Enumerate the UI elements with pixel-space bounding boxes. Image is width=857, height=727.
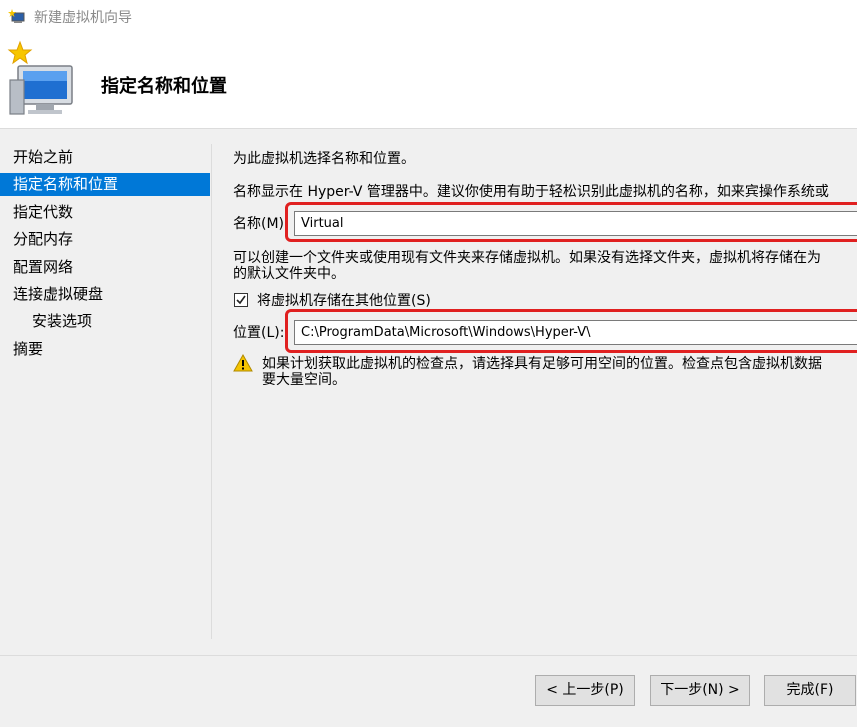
warning-text-line-1: 如果计划获取此虚拟机的检查点，请选择具有足够可用空间的位置。检查点包含虚拟机数据 <box>262 356 822 372</box>
location-label: 位置(L): <box>233 325 285 341</box>
nav-item-specify-generation[interactable]: 指定代数 <box>0 201 210 224</box>
nav-item-summary[interactable]: 摘要 <box>0 338 210 361</box>
nav-divider <box>211 144 212 639</box>
finish-button[interactable]: 完成(F) <box>764 675 856 706</box>
warning-icon <box>233 354 253 372</box>
intro-text: 为此虚拟机选择名称和位置。 <box>233 151 415 167</box>
nav-item-configure-network[interactable]: 配置网络 <box>0 256 210 279</box>
nav-item-before-you-begin[interactable]: 开始之前 <box>0 146 210 169</box>
location-input[interactable]: C:\ProgramData\Microsoft\Windows\Hyper-V… <box>294 320 857 345</box>
previous-button[interactable]: < 上一步(P) <box>535 675 635 706</box>
app-icon <box>8 9 25 23</box>
footer-divider <box>0 655 857 656</box>
nav-item-connect-virtual-disk[interactable]: 连接虚拟硬盘 <box>0 283 210 306</box>
folder-description-line-2: 的默认文件夹中。 <box>233 266 345 282</box>
store-elsewhere-label[interactable]: 将虚拟机存储在其他位置(S) <box>257 292 431 310</box>
title-bar: 新建虚拟机向导 <box>0 0 857 34</box>
store-elsewhere-checkbox[interactable] <box>234 293 248 307</box>
warning-text-line-2: 要大量空间。 <box>262 372 346 388</box>
checkmark-icon <box>236 295 246 305</box>
nav-item-installation-options[interactable]: 安装选项 <box>0 310 210 333</box>
wizard-header: 指定名称和位置 <box>0 34 857 129</box>
next-button[interactable]: 下一步(N) > <box>650 675 750 706</box>
name-label: 名称(M): <box>233 216 289 232</box>
page-title: 指定名称和位置 <box>101 76 227 97</box>
nav-item-assign-memory[interactable]: 分配内存 <box>0 228 210 251</box>
name-description: 名称显示在 Hyper-V 管理器中。建议你使用有助于轻松识别此虚拟机的名称，如… <box>233 184 829 200</box>
new-vm-wizard-icon <box>7 40 73 115</box>
nav-item-specify-name-location[interactable]: 指定名称和位置 <box>0 173 210 196</box>
window-title: 新建虚拟机向导 <box>34 10 132 26</box>
name-input[interactable]: Virtual <box>294 211 857 236</box>
